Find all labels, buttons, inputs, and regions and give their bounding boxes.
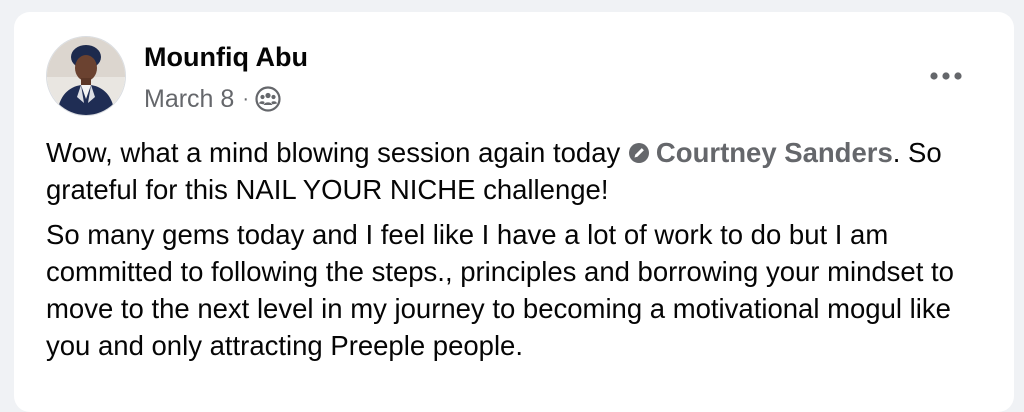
post-paragraph-2: So many gems today and I feel like I hav… bbox=[46, 219, 954, 361]
post-date[interactable]: March 8 bbox=[144, 85, 234, 114]
post-card: Mounfiq Abu March 8 · Wow, what a mind b… bbox=[14, 12, 1014, 412]
mention-name: Courtney Sanders bbox=[655, 137, 893, 168]
avatar-image bbox=[47, 37, 125, 115]
author-avatar[interactable] bbox=[46, 36, 126, 116]
paragraph-1-prefix: Wow, what a mind blowing session again t… bbox=[46, 137, 628, 168]
post-body: Wow, what a mind blowing session again t… bbox=[46, 134, 996, 372]
meta-separator: · bbox=[242, 87, 249, 110]
mention-link[interactable]: Courtney Sanders bbox=[628, 137, 893, 168]
more-options-icon bbox=[930, 72, 962, 80]
post-meta: March 8 · bbox=[144, 82, 281, 116]
group-audience-icon[interactable] bbox=[255, 86, 281, 112]
author-name[interactable]: Mounfiq Abu bbox=[144, 40, 308, 74]
post-paragraph-1: Wow, what a mind blowing session again t… bbox=[46, 134, 996, 208]
more-options-button[interactable] bbox=[916, 56, 976, 96]
mention-badge-icon bbox=[628, 136, 650, 163]
